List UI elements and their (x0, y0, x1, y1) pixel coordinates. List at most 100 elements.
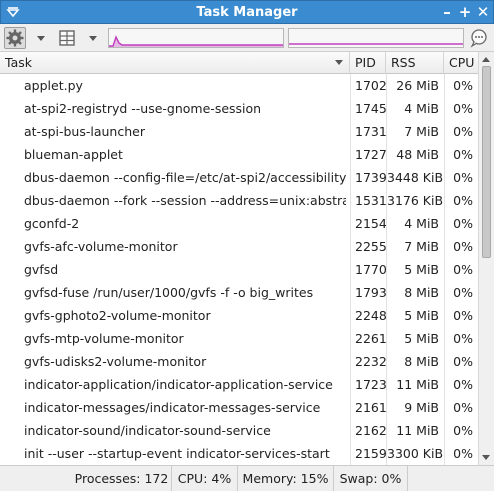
cell-pid: 1739 (350, 166, 386, 189)
cell-pid: 1745 (350, 97, 386, 120)
memory-usage: Memory: 15% (238, 466, 334, 491)
column-header-rss[interactable]: RSS (386, 52, 444, 74)
scrollbar-thumb[interactable] (482, 66, 491, 258)
cell-pid: 2162 (350, 419, 386, 442)
table-row[interactable]: gvfsd-fuse /run/user/1000/gvfs -f -o big… (0, 281, 478, 304)
column-header-cpu[interactable]: CPU (444, 52, 478, 74)
cell-cpu: 0% (444, 442, 478, 465)
cell-cpu: 0% (444, 120, 478, 143)
task-table: Task PID RSS CPU applet.py 1702 26 MiB 0% at… (0, 52, 494, 465)
memory-usage-graph (288, 28, 464, 48)
table-header: Task PID RSS CPU (0, 52, 478, 74)
cell-task: gvfs-afc-volume-monitor (24, 239, 178, 254)
minimize-button[interactable]: – (439, 4, 455, 20)
scroll-up-arrow-icon[interactable] (482, 57, 490, 62)
cpu-usage-graph (108, 28, 284, 48)
cell-pid: 1793 (350, 281, 386, 304)
maximize-button[interactable]: + (457, 4, 473, 20)
cell-rss: 5 MiB (386, 258, 444, 281)
table-row[interactable]: gvfs-gphoto2-volume-monitor 2248 5 MiB 0% (0, 304, 478, 327)
cell-rss: 7 MiB (386, 120, 444, 143)
close-button[interactable]: ✕ (475, 4, 491, 20)
cell-cpu: 0% (444, 143, 478, 166)
cpu-usage: CPU: 4% (172, 466, 238, 491)
table-row[interactable]: gvfs-afc-volume-monitor 2255 7 MiB 0% (0, 235, 478, 258)
cell-rss: 4 MiB (386, 212, 444, 235)
table-body: applet.py 1702 26 MiB 0% at-spi2-registryd -… (0, 74, 478, 465)
cell-pid: 1531 (350, 189, 386, 212)
toolbar (0, 24, 494, 52)
process-count: Processes: 172 (72, 466, 172, 491)
cell-task: applet.py (24, 78, 83, 93)
table-row[interactable]: indicator-application/indicator-applicat… (0, 373, 478, 396)
table-row[interactable]: at-spi-bus-launcher 1731 7 MiB 0% (0, 120, 478, 143)
cell-cpu: 0% (444, 189, 478, 212)
view-button[interactable] (56, 27, 78, 49)
column-header-task[interactable]: Task (0, 52, 350, 74)
cell-cpu: 0% (444, 258, 478, 281)
table-row[interactable]: dbus-daemon --config-file=/etc/at-spi2/a… (0, 166, 478, 189)
table-row[interactable]: gvfs-udisks2-volume-monitor 2232 8 MiB 0% (0, 350, 478, 373)
cell-task: indicator-messages/indicator-messages-se… (24, 400, 321, 415)
table-row[interactable]: gvfsd 1770 5 MiB 0% (0, 258, 478, 281)
cell-task: gvfsd (24, 262, 59, 277)
cell-task: at-spi-bus-launcher (24, 124, 145, 139)
cell-rss: 48 MiB (386, 143, 444, 166)
about-button[interactable] (468, 27, 490, 49)
settings-button[interactable] (4, 27, 26, 49)
cell-pid: 2232 (350, 350, 386, 373)
cell-pid: 1731 (350, 120, 386, 143)
settings-menu-arrow[interactable] (34, 27, 48, 49)
title-bar: Task Manager – + ✕ (0, 0, 494, 24)
cell-cpu: 0% (444, 74, 478, 97)
chevron-down-icon (37, 36, 45, 41)
cell-task: gvfs-udisks2-volume-monitor (24, 354, 207, 369)
cell-pid: 2248 (350, 304, 386, 327)
table-row[interactable]: init --user --startup-event indicator-se… (0, 442, 478, 465)
cell-pid: 1723 (350, 373, 386, 396)
memory-graph-plot (289, 43, 463, 45)
table-row[interactable]: blueman-applet 1727 48 MiB 0% (0, 143, 478, 166)
vertical-scrollbar[interactable] (478, 52, 494, 465)
table-row[interactable]: gvfs-mtp-volume-monitor 2261 5 MiB 0% (0, 327, 478, 350)
cell-rss: 5 MiB (386, 327, 444, 350)
cell-pid: 1702 (350, 74, 386, 97)
cell-cpu: 0% (444, 419, 478, 442)
cell-rss: 3176 KiB (386, 189, 444, 212)
table-row[interactable]: indicator-messages/indicator-messages-se… (0, 396, 478, 419)
cell-task: gconfd-2 (24, 216, 80, 231)
chevron-down-icon (89, 36, 97, 41)
table-row[interactable]: indicator-sound/indicator-sound-service 2… (0, 419, 478, 442)
scroll-down-arrow-icon[interactable] (482, 455, 490, 460)
cpu-graph-plot (109, 35, 283, 47)
cell-task: gvfsd-fuse /run/user/1000/gvfs -f -o big… (24, 285, 314, 300)
status-bar: Processes: 172 CPU: 4% Memory: 15% Swap:… (0, 465, 494, 491)
cell-pid: 2161 (350, 396, 386, 419)
cell-rss: 5 MiB (386, 304, 444, 327)
cell-cpu: 0% (444, 396, 478, 419)
cell-pid: 1727 (350, 143, 386, 166)
cell-cpu: 0% (444, 350, 478, 373)
table-row[interactable]: at-spi2-registryd --use-gnome-session 174… (0, 97, 478, 120)
cell-rss: 4 MiB (386, 97, 444, 120)
cell-task: dbus-daemon --config-file=/etc/at-spi2/a… (24, 170, 346, 185)
cell-pid: 2154 (350, 212, 386, 235)
cell-cpu: 0% (444, 373, 478, 396)
cell-task: indicator-application/indicator-applicat… (24, 377, 333, 392)
cell-cpu: 0% (444, 281, 478, 304)
table-row[interactable]: dbus-daemon --fork --session --address=u… (0, 189, 478, 212)
cell-rss: 3448 KiB (386, 166, 444, 189)
cell-task: init --user --startup-event indicator-se… (24, 446, 330, 461)
view-menu-arrow[interactable] (86, 27, 100, 49)
speech-bubble-icon (470, 29, 487, 48)
cell-task: gvfs-mtp-volume-monitor (24, 331, 184, 346)
column-header-pid[interactable]: PID (350, 52, 386, 74)
cell-rss: 3300 KiB (386, 442, 444, 465)
table-row[interactable]: applet.py 1702 26 MiB 0% (0, 74, 478, 97)
cell-pid: 1770 (350, 258, 386, 281)
resize-grip-icon[interactable] (478, 466, 494, 491)
cell-rss: 8 MiB (386, 350, 444, 373)
cell-rss: 11 MiB (386, 373, 444, 396)
cell-cpu: 0% (444, 235, 478, 258)
table-row[interactable]: gconfd-2 2154 4 MiB 0% (0, 212, 478, 235)
